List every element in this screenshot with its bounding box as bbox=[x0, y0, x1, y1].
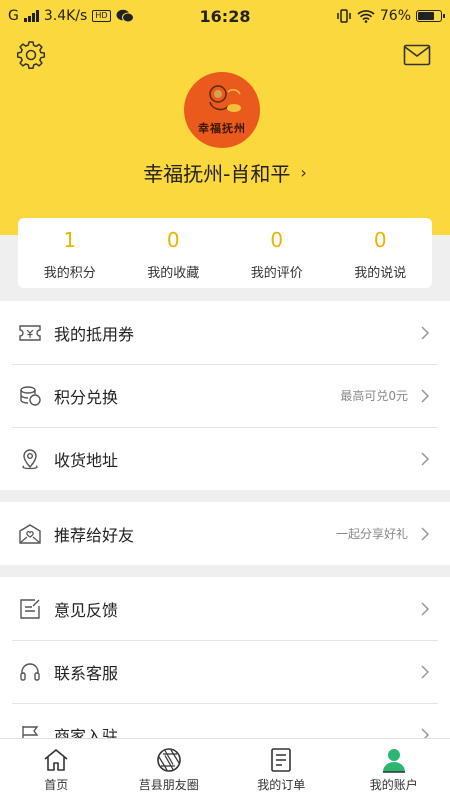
chevron-right-icon bbox=[421, 526, 430, 541]
username-row[interactable]: 幸福抚州-肖和平 › bbox=[0, 158, 450, 187]
menu-hint: 一起分享好礼 bbox=[335, 527, 408, 541]
headset-icon bbox=[18, 660, 42, 684]
stat-value: 0 bbox=[166, 228, 180, 252]
tab-label: 首页 bbox=[44, 778, 69, 792]
chevron-right-icon bbox=[421, 601, 430, 616]
tab-label: 我的账户 bbox=[369, 778, 418, 792]
tab-moments[interactable]: 莒县朋友圈 bbox=[113, 739, 226, 800]
coupon-icon bbox=[18, 321, 42, 345]
feedback-icon bbox=[18, 597, 42, 621]
stat-label: 我的评价 bbox=[250, 266, 303, 281]
menu-item-coupons[interactable]: 我的抵用券 bbox=[0, 301, 450, 364]
network-speed: 3.4K/s bbox=[43, 8, 88, 24]
tab-label: 莒县朋友圈 bbox=[138, 778, 199, 792]
envelope-icon bbox=[403, 44, 431, 66]
home-icon bbox=[42, 746, 70, 774]
status-left: G 3.4K/s HD bbox=[8, 8, 336, 24]
stat-value: 0 bbox=[270, 228, 284, 252]
status-right: 76% bbox=[336, 8, 445, 24]
messages-button[interactable] bbox=[402, 40, 432, 70]
menu-item-recommend[interactable]: 推荐给好友 一起分享好礼 bbox=[0, 502, 450, 565]
menu-item-customer-service[interactable]: 联系客服 bbox=[0, 640, 450, 703]
location-pin-icon bbox=[18, 447, 42, 471]
stat-label: 我的说说 bbox=[354, 266, 407, 281]
gear-icon bbox=[16, 41, 46, 70]
chevron-right-icon bbox=[421, 451, 430, 466]
stat-posts[interactable]: 0 我的说说 bbox=[329, 218, 433, 288]
menu-item-feedback[interactable]: 意见反馈 bbox=[0, 577, 450, 640]
stat-label: 我的收藏 bbox=[147, 266, 200, 281]
bottom-tab-bar: 首页 莒县朋友圈 我的订单 我的账户 bbox=[0, 738, 450, 800]
monkey-logo-icon bbox=[209, 85, 241, 112]
tab-account[interactable]: 我的账户 bbox=[338, 739, 450, 800]
stat-points[interactable]: 1 我的积分 bbox=[18, 218, 122, 288]
menu-hint: 最高可兑0元 bbox=[340, 389, 408, 403]
aperture-icon bbox=[155, 746, 183, 774]
wechat-icon bbox=[116, 9, 134, 23]
stat-value: 1 bbox=[63, 228, 77, 252]
menu-label: 收货地址 bbox=[54, 450, 119, 470]
avatar-caption: 幸福抚州 bbox=[198, 122, 246, 135]
stats-card: 1 我的积分 0 我的收藏 0 我的评价 0 我的说说 bbox=[18, 218, 432, 288]
avatar[interactable]: 幸福抚州 bbox=[184, 72, 260, 148]
stat-label: 我的积分 bbox=[43, 266, 96, 281]
wifi-icon bbox=[357, 10, 375, 23]
vibrate-icon bbox=[337, 9, 351, 23]
menu-label: 联系客服 bbox=[54, 663, 119, 683]
chevron-right-icon: › bbox=[300, 163, 307, 182]
heart-envelope-icon bbox=[18, 522, 42, 546]
chevron-right-icon bbox=[421, 664, 430, 679]
profile-header: 幸福抚州 幸福抚州-肖和平 › bbox=[0, 32, 450, 235]
order-icon bbox=[267, 746, 295, 774]
battery-icon bbox=[416, 10, 445, 22]
menu-label: 意见反馈 bbox=[54, 600, 119, 620]
tab-label: 我的订单 bbox=[257, 778, 306, 792]
hd-icon: HD bbox=[92, 10, 111, 22]
username: 幸福抚州-肖和平 bbox=[143, 162, 291, 186]
chevron-right-icon bbox=[421, 388, 430, 403]
tab-home[interactable]: 首页 bbox=[0, 739, 113, 800]
status-bar: G 3.4K/s HD 16:28 76% bbox=[0, 0, 450, 32]
menu-label: 积分兑换 bbox=[54, 387, 119, 407]
menu-label: 我的抵用券 bbox=[54, 324, 135, 344]
stat-reviews[interactable]: 0 我的评价 bbox=[225, 218, 329, 288]
settings-button[interactable] bbox=[14, 38, 48, 72]
signal-icon bbox=[23, 10, 39, 22]
battery-percent: 76% bbox=[379, 8, 411, 24]
stat-value: 0 bbox=[373, 228, 387, 252]
tab-orders[interactable]: 我的订单 bbox=[225, 739, 338, 800]
coins-icon bbox=[18, 384, 42, 408]
carrier-label: G bbox=[8, 8, 19, 24]
menu-item-shipping-address[interactable]: 收货地址 bbox=[0, 427, 450, 490]
menu-item-points-exchange[interactable]: 积分兑换 最高可兑0元 bbox=[0, 364, 450, 427]
chevron-right-icon bbox=[421, 325, 430, 340]
user-icon bbox=[380, 746, 408, 774]
menu-label: 推荐给好友 bbox=[54, 525, 135, 545]
menu-group-account: 我的抵用券 积分兑换 最高可兑0元 收货地址 bbox=[0, 301, 450, 490]
menu-group-share: 推荐给好友 一起分享好礼 bbox=[0, 502, 450, 565]
stat-favorites[interactable]: 0 我的收藏 bbox=[122, 218, 226, 288]
